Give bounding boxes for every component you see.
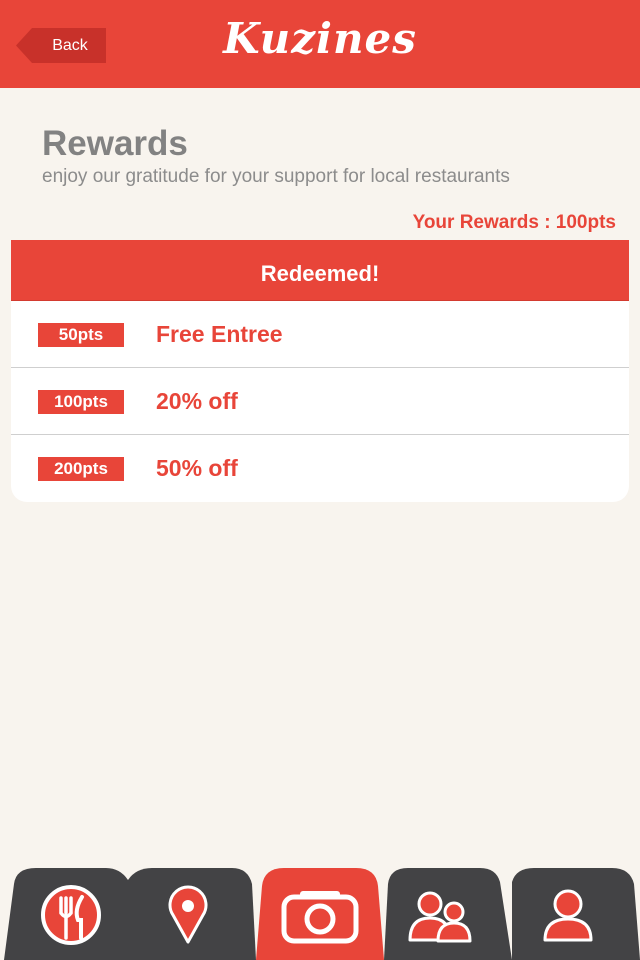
rewards-card: Redeemed! 50pts Free Entree 100pts 20% o… (11, 240, 629, 502)
tab-profile[interactable] (512, 868, 640, 960)
reward-label: Free Entree (156, 321, 283, 347)
camera-icon (281, 891, 359, 944)
tab-friends[interactable] (384, 868, 512, 960)
header-bar: Back Kuzines (0, 0, 640, 88)
tab-restaurants[interactable] (0, 868, 128, 960)
reward-row[interactable]: 200pts 50% off (11, 435, 629, 502)
tab-camera[interactable] (256, 868, 384, 960)
app-logo: Kuzines (223, 14, 417, 63)
map-pin-icon (168, 885, 208, 944)
page-title: Rewards (42, 124, 188, 163)
reward-points-tag: 50pts (38, 323, 124, 347)
reward-points-tag: 200pts (38, 457, 124, 481)
reward-row[interactable]: 100pts 20% off (11, 368, 629, 435)
reward-points-tag: 100pts (38, 390, 124, 414)
friends-icon (408, 891, 472, 943)
tab-bar (0, 868, 640, 960)
fork-knife-icon (41, 885, 101, 945)
rewards-card-header: Redeemed! (11, 240, 629, 301)
rewards-points-summary: Your Rewards : 100pts (412, 212, 616, 233)
tab-map[interactable] (128, 868, 256, 960)
page-subtitle: enjoy our gratitude for your support for… (42, 166, 510, 187)
profile-icon (543, 889, 593, 942)
reward-label: 50% off (156, 455, 238, 481)
reward-row[interactable]: 50pts Free Entree (11, 301, 629, 368)
reward-label: 20% off (156, 388, 238, 414)
